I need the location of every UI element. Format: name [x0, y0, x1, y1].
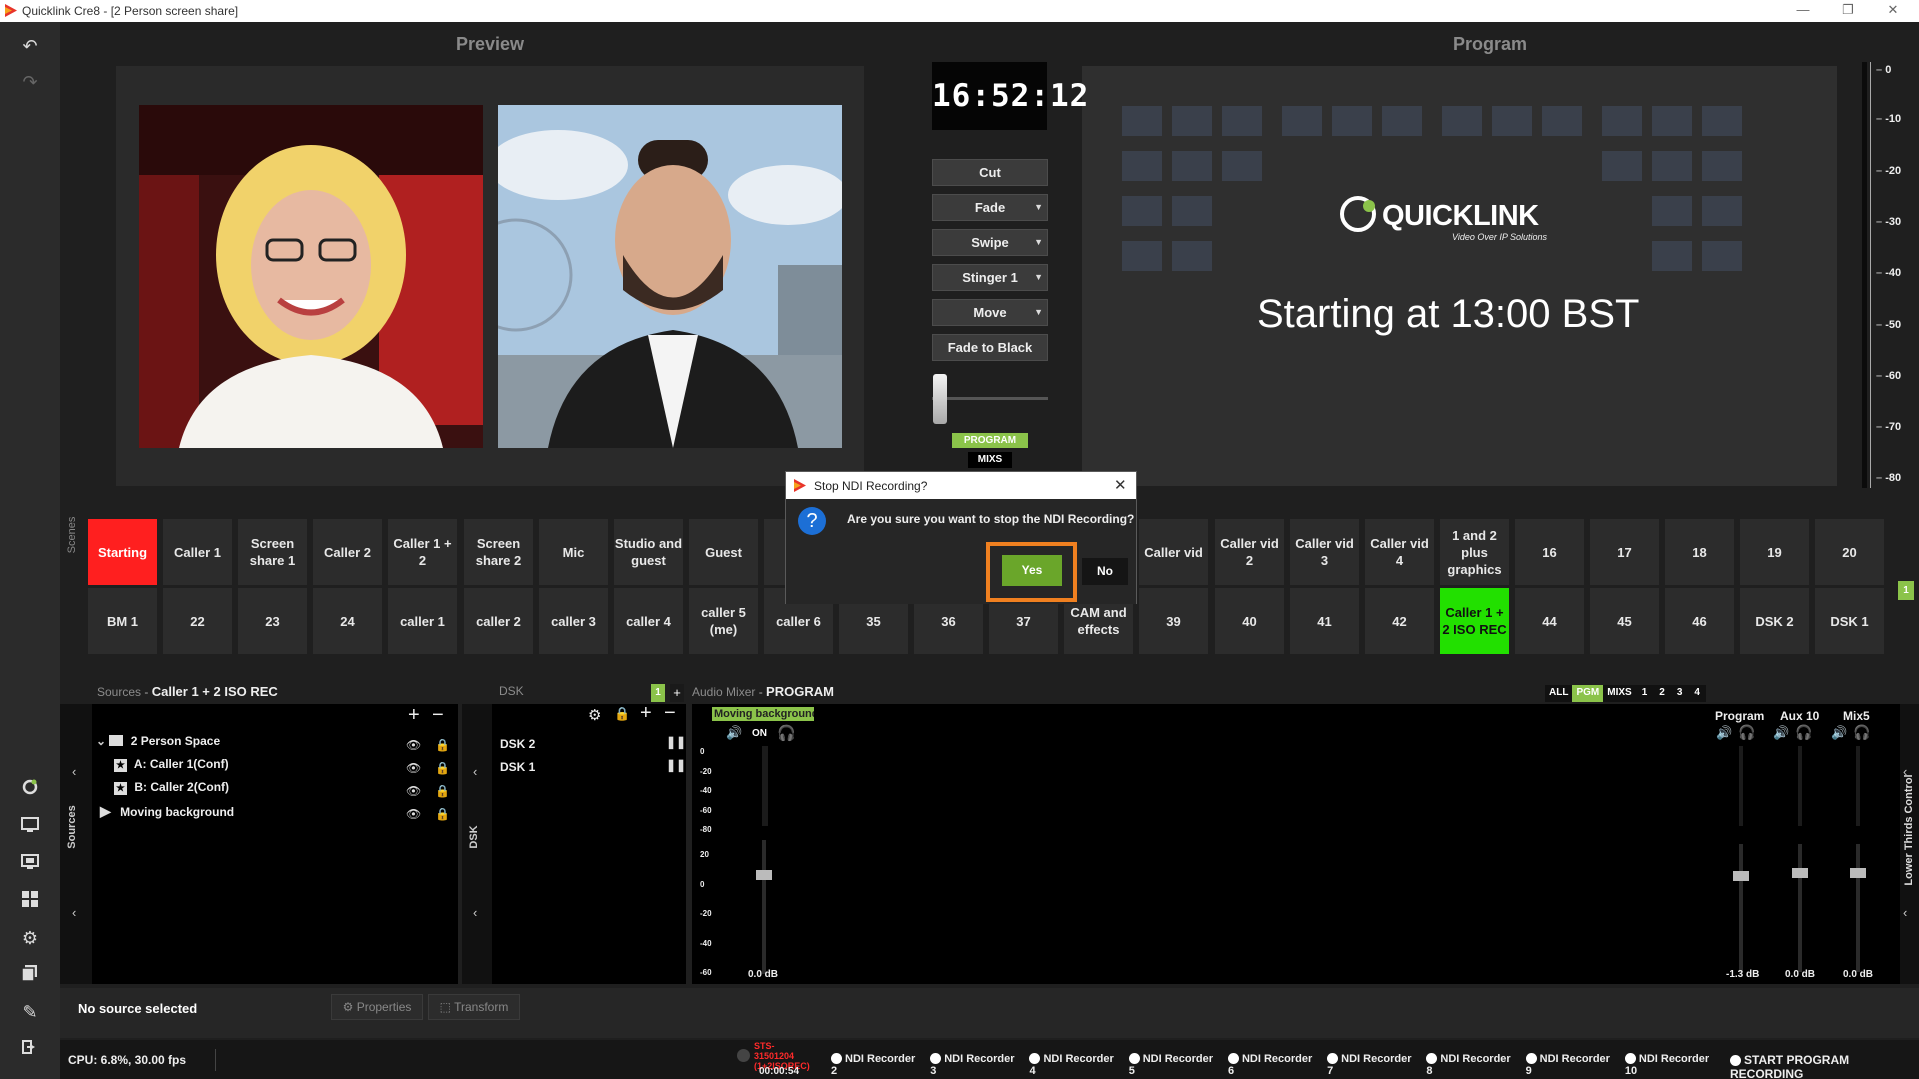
dialog-close-icon[interactable]: ✕ [1114, 476, 1127, 494]
question-icon: ? [798, 507, 826, 535]
stop-recording-dialog: Stop NDI Recording? ✕ ? Are you sure you… [785, 471, 1137, 604]
yes-button[interactable]: Yes [1002, 555, 1062, 586]
dialog-message: Are you sure you want to stop the NDI Re… [847, 512, 1135, 526]
dialog-app-icon [794, 479, 806, 492]
dialog-title: Stop NDI Recording? [814, 479, 928, 493]
no-button[interactable]: No [1082, 558, 1128, 585]
dialog-body: ? Are you sure you want to stop the NDI … [786, 499, 1136, 604]
app-window: Quicklink Cre8 - [2 Person screen share]… [0, 0, 1919, 1079]
dialog-title-bar: Stop NDI Recording? ✕ [786, 472, 1136, 499]
